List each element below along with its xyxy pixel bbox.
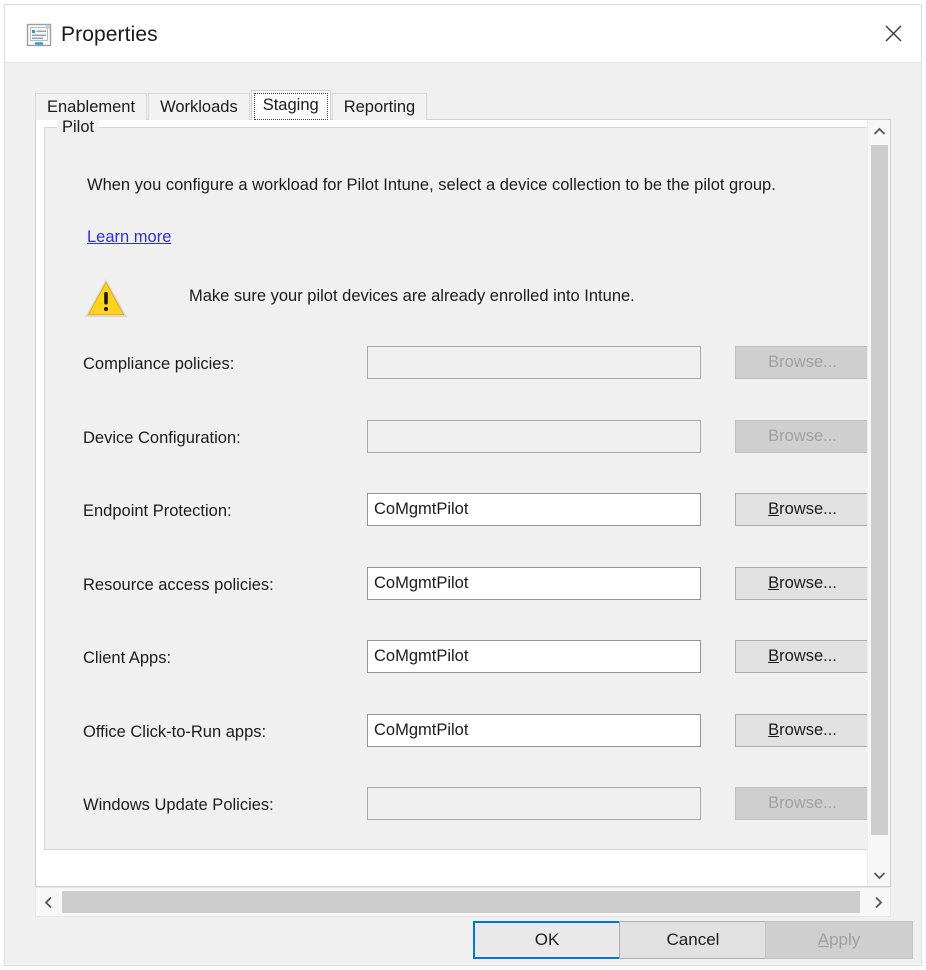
row-label: Endpoint Protection: <box>83 502 232 521</box>
office-click-to-run-apps-input[interactable]: CoMgmtPilot <box>367 714 701 747</box>
browse-button-endpoint-protection[interactable]: Browse... <box>735 493 870 526</box>
browse-button-client-apps[interactable]: Browse... <box>735 640 870 673</box>
warning-banner: Make sure your pilot devices are already… <box>83 276 843 322</box>
form-row-device-configuration: Device Configuration: Browse... <box>45 408 874 482</box>
warning-text: Make sure your pilot devices are already… <box>189 287 635 306</box>
resource-access-policies-input[interactable]: CoMgmtPilot <box>367 567 701 600</box>
apply-button: Apply <box>765 921 913 959</box>
form-row-resource-access-policies: Resource access policies: CoMgmtPilot Br… <box>45 555 874 629</box>
client-apps-input[interactable]: CoMgmtPilot <box>367 640 701 673</box>
browse-button-compliance-policies: Browse... <box>735 346 870 379</box>
learn-more-link[interactable]: Learn more <box>87 226 171 248</box>
row-label: Resource access policies: <box>83 576 274 595</box>
browse-button-resource-access-policies[interactable]: Browse... <box>735 567 870 600</box>
form-row-compliance-policies: Compliance policies: Browse... <box>45 334 874 408</box>
title-bar: Properties <box>5 5 921 63</box>
vertical-scrollbar-thumb[interactable] <box>871 145 888 835</box>
tab-label: Workloads <box>160 98 238 117</box>
apply-accelerator: A <box>818 930 829 950</box>
pilot-description: When you configure a workload for Pilot … <box>87 172 842 199</box>
form-row-client-apps: Client Apps: CoMgmtPilot Browse... <box>45 628 874 702</box>
tab-strip: Enablement Workloads Staging Reporting <box>35 90 428 120</box>
browse-button-windows-update-policies: Browse... <box>735 787 870 820</box>
row-label: Device Configuration: <box>83 429 241 448</box>
browse-button-office-click-to-run-apps[interactable]: Browse... <box>735 714 870 747</box>
tab-label: Reporting <box>344 98 416 117</box>
vertical-scrollbar[interactable] <box>867 120 890 886</box>
properties-window-icon <box>26 22 52 48</box>
pilot-collections-form: Compliance policies: Browse... Device Co… <box>45 334 874 849</box>
tab-reporting[interactable]: Reporting <box>332 93 428 120</box>
row-label: Office Click-to-Run apps: <box>83 723 266 742</box>
tab-label: Staging <box>263 96 319 115</box>
tab-staging[interactable]: Staging <box>251 90 331 120</box>
tab-workloads[interactable]: Workloads <box>148 93 250 120</box>
group-box-legend: Pilot <box>57 117 99 137</box>
dialog-footer: OK Cancel Apply <box>5 891 921 965</box>
scroll-up-icon[interactable] <box>868 120 891 142</box>
tab-enablement[interactable]: Enablement <box>35 93 147 120</box>
row-label: Windows Update Policies: <box>83 796 274 815</box>
properties-dialog: Properties Enablement Workloads Staging … <box>4 4 922 966</box>
close-icon[interactable] <box>865 5 921 62</box>
row-label: Compliance policies: <box>83 355 234 374</box>
browse-button-device-configuration: Browse... <box>735 420 870 453</box>
tab-page-staging: Pilot When you configure a workload for … <box>35 119 891 887</box>
form-row-windows-update-policies: Windows Update Policies: Browse... <box>45 775 874 849</box>
row-label: Client Apps: <box>83 649 171 668</box>
form-row-endpoint-protection: Endpoint Protection: CoMgmtPilot Browse.… <box>45 481 874 555</box>
endpoint-protection-input[interactable]: CoMgmtPilot <box>367 493 701 526</box>
compliance-policies-input <box>367 346 701 379</box>
warning-triangle-icon <box>83 276 129 320</box>
window-title: Properties <box>61 21 158 48</box>
apply-label-rest: pply <box>829 930 860 950</box>
pilot-group-box: Pilot When you configure a workload for … <box>44 127 873 850</box>
cancel-button[interactable]: Cancel <box>619 921 767 959</box>
windows-update-policies-input <box>367 787 701 820</box>
device-configuration-input <box>367 420 701 453</box>
scroll-down-icon[interactable] <box>868 864 891 886</box>
tab-label: Enablement <box>47 98 135 117</box>
ok-button[interactable]: OK <box>473 921 621 959</box>
form-row-office-click-to-run-apps: Office Click-to-Run apps: CoMgmtPilot Br… <box>45 702 874 776</box>
